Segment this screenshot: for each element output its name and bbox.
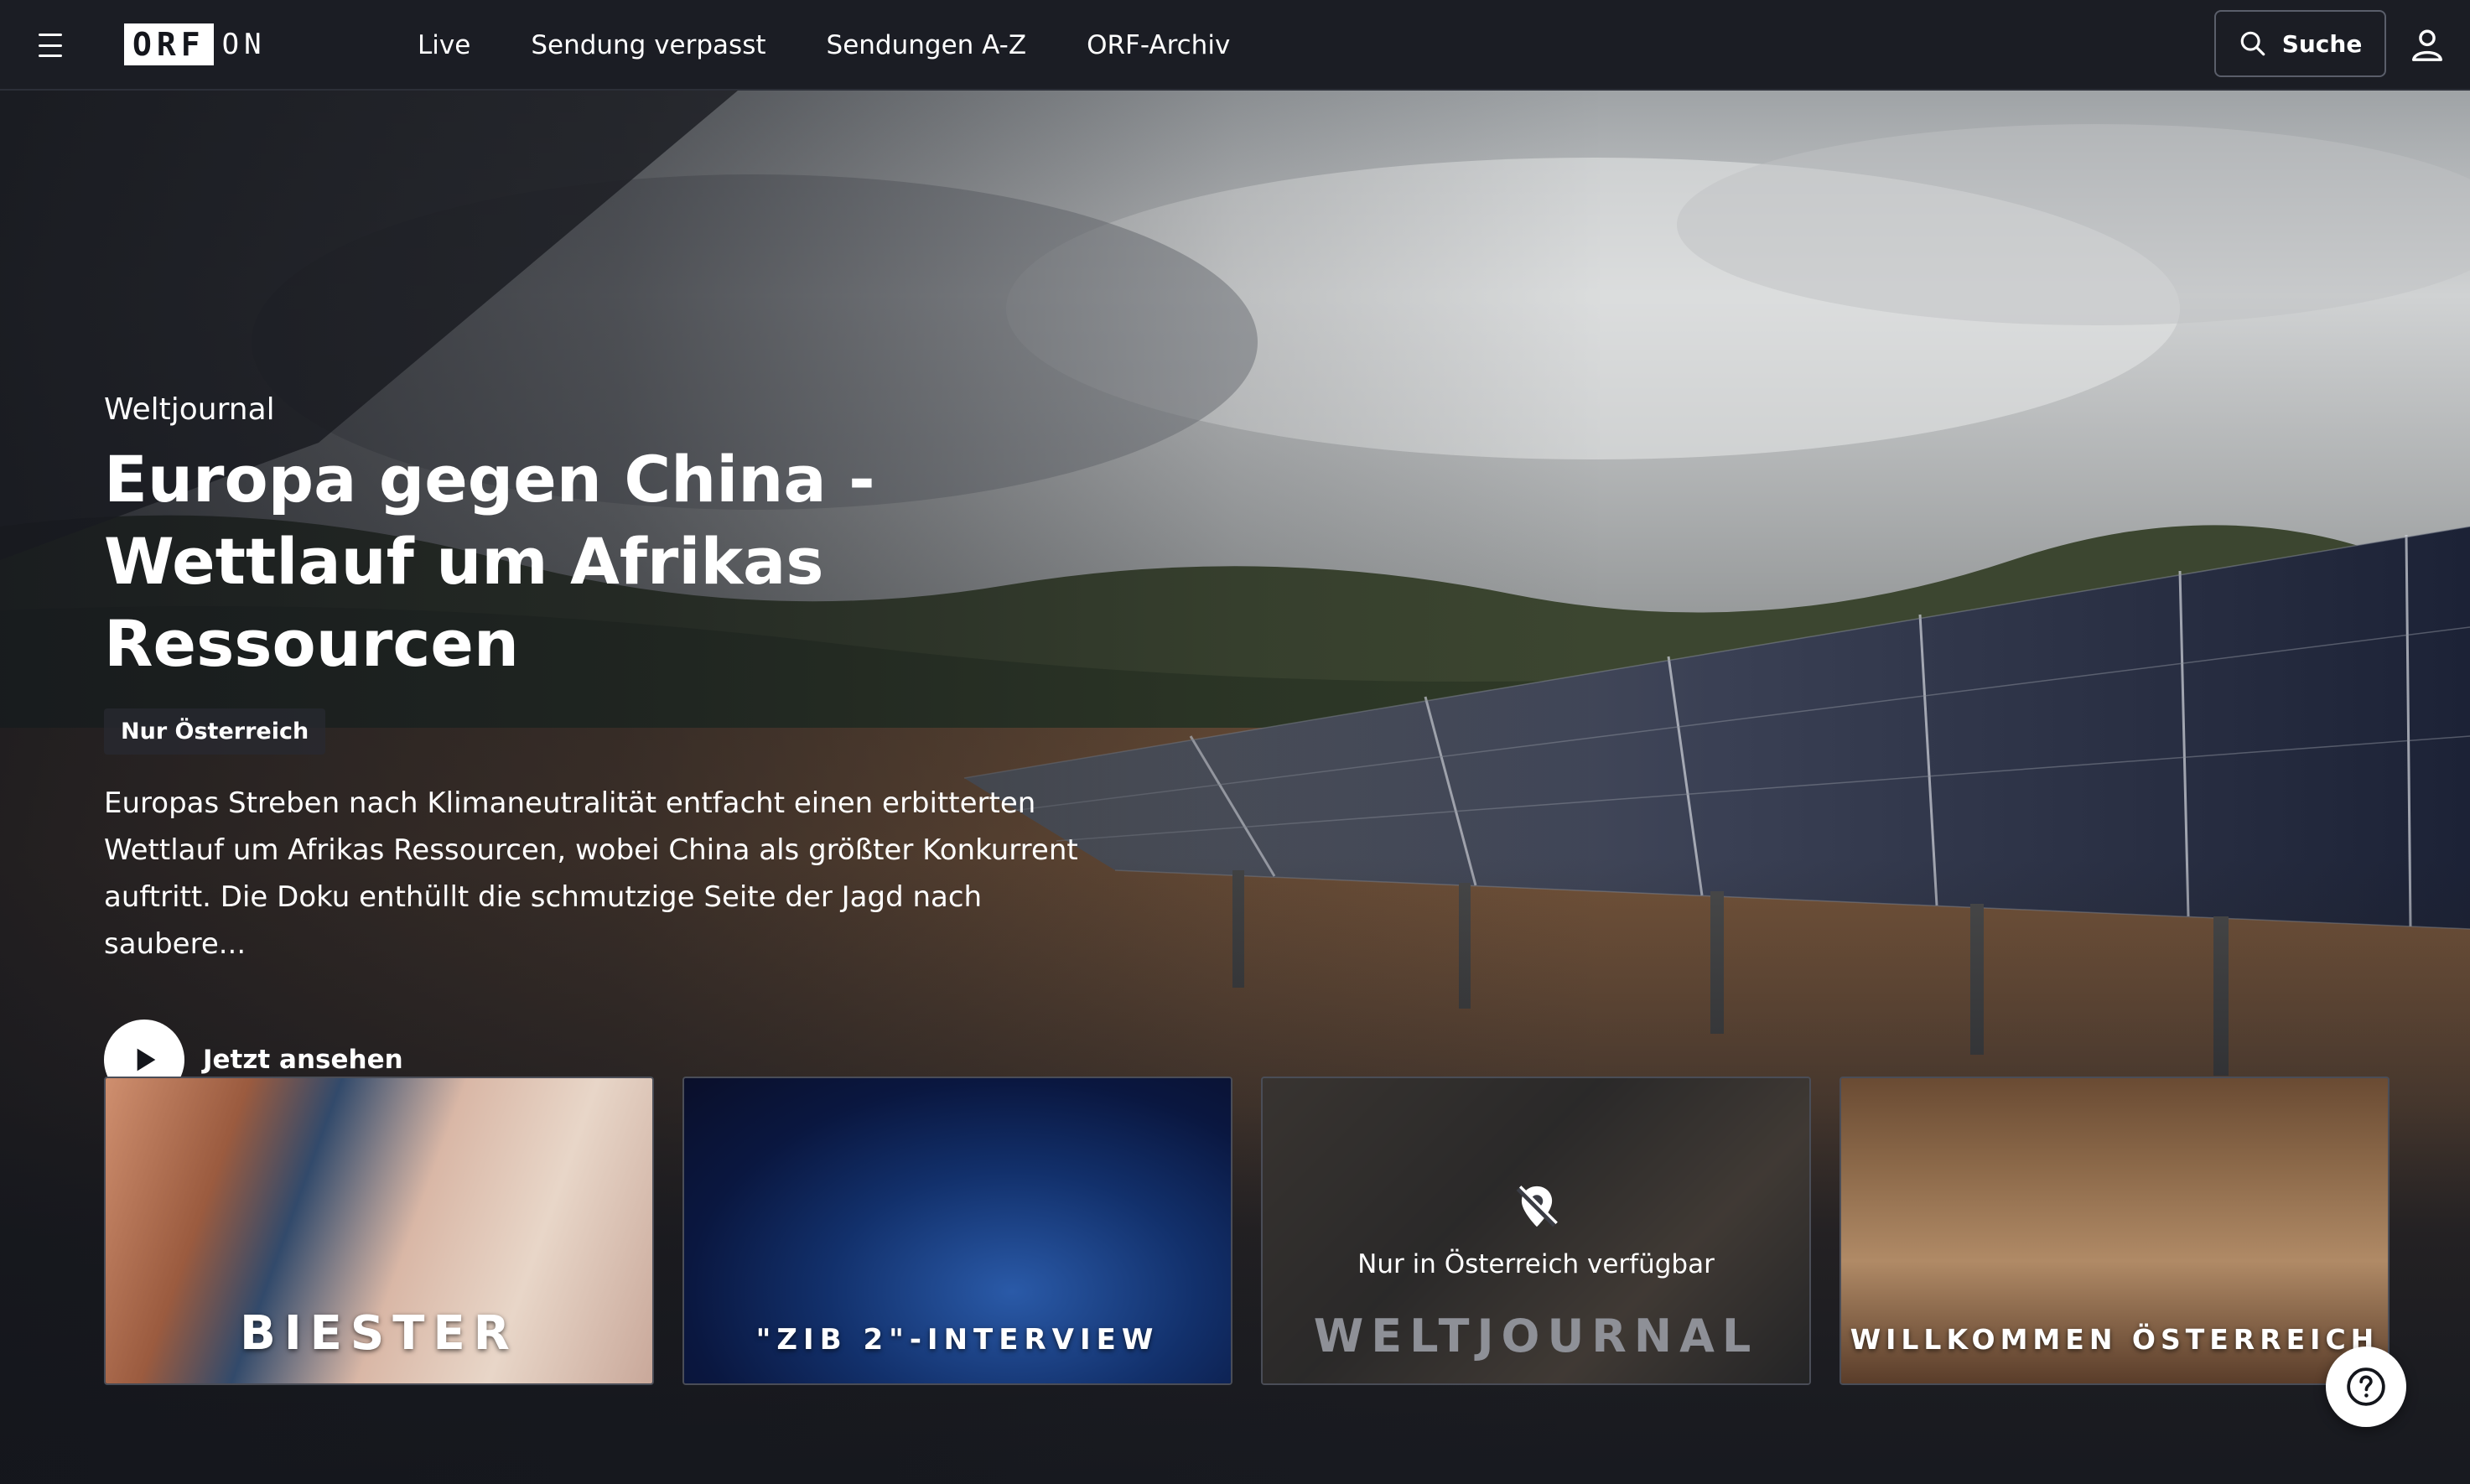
search-label: Suche [2281,29,2363,58]
main-nav: Live Sendung verpasst Sendungen A-Z ORF-… [418,0,1290,91]
hero-content: Weltjournal Europa gegen China - Wettlau… [104,392,1194,1100]
search-button[interactable]: Suche [2214,10,2386,77]
nav-item-sendung-verpasst[interactable]: Sendung verpasst [531,30,765,60]
nav-item-orf-archiv[interactable]: ORF-Archiv [1087,30,1230,60]
nav-item-live[interactable]: Live [418,30,470,60]
watch-now-label: Jetzt ansehen [203,1045,403,1075]
teaser-title: WELTJOURNAL [1313,1310,1759,1362]
logo-box: ORF [124,23,214,65]
hero-title[interactable]: Europa gegen China - Wettlauf um Afrikas… [104,438,1160,685]
help-button[interactable] [2326,1346,2406,1427]
teaser-title: BIESTER [240,1306,518,1361]
user-icon[interactable] [2408,25,2447,64]
geo-restriction-text: Nur in Österreich verfügbar [1357,1249,1715,1279]
logo-suffix: ON [221,28,267,61]
search-icon [2240,31,2265,56]
nav-item-sendungen-a-z[interactable]: Sendungen A-Z [827,30,1027,60]
orf-on-logo[interactable]: ORF ON [124,23,267,65]
teaser-card-zib2-interview[interactable]: "ZIB 2"-INTERVIEW [682,1077,1232,1385]
teaser-row: BIESTER "ZIB 2"-INTERVIEW Nur in Österre… [104,1077,2390,1385]
teaser-card-biester[interactable]: BIESTER [104,1077,654,1385]
hamburger-menu-icon[interactable] [34,30,67,60]
teaser-title: WILLKOMMEN ÖSTERREICH [1850,1323,2379,1356]
hero-series-name: Weltjournal [104,392,275,427]
top-navigation-bar: ORF ON Live Sendung verpasst Sendungen A… [0,0,2470,91]
question-mark-icon [2347,1367,2385,1406]
teaser-title: "ZIB 2"-INTERVIEW [755,1323,1160,1357]
hero-description: Europas Streben nach Klimaneutralität en… [104,786,1078,961]
teaser-card-weltjournal[interactable]: Nur in Österreich verfügbar WELTJOURNAL [1261,1077,1811,1385]
availability-badge: Nur Österreich [104,708,326,755]
location-blocked-icon [1516,1186,1558,1227]
teaser-card-willkommen-oesterreich[interactable]: WILLKOMMEN ÖSTERREICH [1840,1077,2390,1385]
